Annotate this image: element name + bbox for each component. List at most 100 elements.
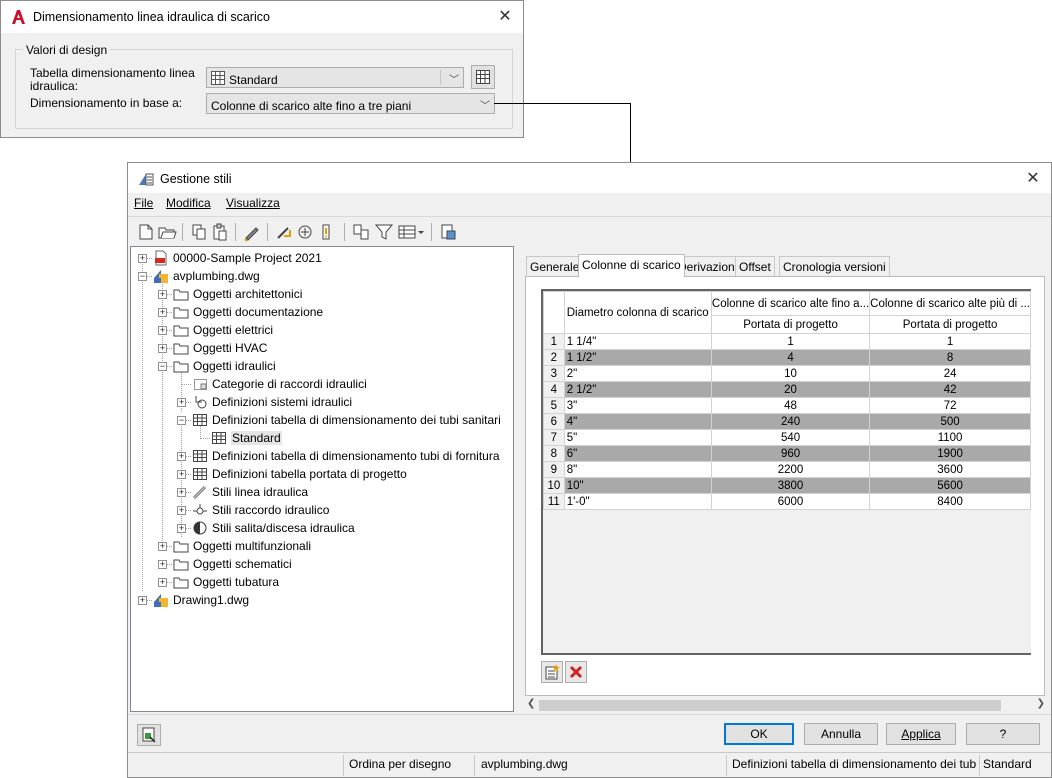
edit-style-icon[interactable] [242, 222, 262, 242]
expand-icon[interactable]: + [177, 524, 186, 533]
cancel-button[interactable]: Annulla [804, 723, 878, 745]
cell-flow-high[interactable]: 1100 [869, 429, 1031, 446]
cell-flow-low[interactable]: 1 [710, 333, 871, 350]
table-row[interactable]: 5 3" 48 72 [543, 397, 1031, 414]
paste-icon[interactable] [210, 222, 230, 242]
table-select[interactable]: Standard ﹀ [206, 67, 464, 88]
cell-flow-low[interactable]: 2200 [710, 461, 871, 478]
horizontal-scrollbar[interactable]: ❮ ❯ [525, 698, 1047, 712]
tab-colonne-di-scarico[interactable]: Colonne di scarico [578, 254, 685, 277]
purge-icon[interactable] [295, 222, 315, 242]
expand-icon[interactable]: + [158, 560, 167, 569]
cell-flow-high[interactable]: 8 [869, 349, 1031, 366]
header-diameter[interactable]: Diametro colonna di scarico [563, 291, 712, 334]
table-row[interactable]: 6 4" 240 500 [543, 413, 1031, 430]
cell-diameter[interactable]: 2" [563, 365, 712, 382]
scroll-left-icon[interactable]: ❮ [527, 698, 535, 709]
scrollbar-thumb[interactable] [539, 700, 1001, 711]
new-icon[interactable] [136, 222, 156, 242]
drawing-sort-icon[interactable] [438, 222, 458, 242]
table-row[interactable]: 11 1/4" 1 1 [543, 333, 1031, 350]
cell-flow-low[interactable]: 10 [710, 365, 871, 382]
close-icon[interactable]: ✕ [495, 7, 515, 27]
table-row[interactable]: 9 8" 2200 3600 [543, 461, 1031, 478]
expand-icon[interactable]: + [158, 344, 167, 353]
table-browse-button[interactable] [471, 65, 495, 89]
drawing-preview-button[interactable] [137, 724, 161, 746]
cell-flow-high[interactable]: 1900 [869, 445, 1031, 462]
menu-modifica[interactable]: Modifica [166, 196, 211, 210]
cell-diameter[interactable]: 3" [563, 397, 712, 414]
menu-visualizza[interactable]: Visualizza [226, 196, 280, 210]
cell-diameter[interactable]: 1 1/2" [563, 349, 712, 366]
apply-button[interactable]: Applica [886, 723, 956, 745]
add-row-button[interactable] [541, 661, 563, 683]
expand-icon[interactable]: + [177, 488, 186, 497]
cell-flow-low[interactable]: 240 [710, 413, 871, 430]
copy-icon[interactable] [189, 222, 209, 242]
expand-icon[interactable]: + [177, 398, 186, 407]
expand-icon[interactable]: + [158, 542, 167, 551]
expand-icon[interactable]: + [177, 452, 186, 461]
expand-icon[interactable]: + [158, 578, 167, 587]
sizing-grid[interactable]: Diametro colonna di scarico Colonne di s… [541, 289, 1031, 655]
cell-diameter[interactable]: 1 1/4" [563, 333, 712, 350]
expand-icon[interactable]: + [138, 596, 147, 605]
expand-icon[interactable]: + [158, 326, 167, 335]
cell-flow-low[interactable]: 4 [710, 349, 871, 366]
sizing-table[interactable]: Diametro colonna di scarico Colonne di s… [543, 291, 1031, 510]
help-button[interactable]: ? [966, 723, 1040, 745]
cell-flow-high[interactable]: 42 [869, 381, 1031, 398]
view-options-icon[interactable] [396, 222, 426, 242]
chevron-down-icon[interactable]: ﹀ [449, 71, 459, 86]
cell-diameter[interactable]: 4" [563, 413, 712, 430]
cell-diameter[interactable]: 1'-0" [563, 493, 712, 510]
cell-diameter[interactable]: 5" [563, 429, 712, 446]
expand-icon[interactable]: + [158, 290, 167, 299]
delete-row-button[interactable] [565, 661, 587, 683]
compare-icon[interactable] [351, 222, 371, 242]
ok-button[interactable]: OK [724, 723, 794, 745]
cell-flow-high[interactable]: 500 [869, 413, 1031, 430]
cell-flow-low[interactable]: 6000 [710, 493, 871, 510]
expand-icon[interactable]: + [158, 308, 167, 317]
table-row[interactable]: 21 1/2" 4 8 [543, 349, 1031, 366]
cell-flow-high[interactable]: 1 [869, 333, 1031, 350]
cell-flow-high[interactable]: 5600 [869, 477, 1031, 494]
style-tree[interactable]: 00000-Sample Project 2021 + avplumbing.dwg… [130, 246, 514, 712]
open-folder-icon[interactable] [157, 222, 177, 242]
tab-cronologia-versioni[interactable]: Cronologia versioni [779, 256, 890, 276]
scroll-right-icon[interactable]: ❯ [1037, 698, 1045, 709]
cell-flow-high[interactable]: 24 [869, 365, 1031, 382]
table-row[interactable]: 8 6" 960 1900 [543, 445, 1031, 462]
cell-flow-high[interactable]: 8400 [869, 493, 1031, 510]
chevron-down-icon[interactable]: ﹀ [480, 97, 490, 112]
cell-flow-low[interactable]: 540 [710, 429, 871, 446]
set-from-icon[interactable] [274, 222, 294, 242]
filter-icon[interactable] [374, 222, 394, 242]
table-row[interactable]: 7 5" 540 1100 [543, 429, 1031, 446]
table-row[interactable]: 3 2" 10 24 [543, 365, 1031, 382]
cell-flow-high[interactable]: 3600 [869, 461, 1031, 478]
cell-diameter[interactable]: 6" [563, 445, 712, 462]
table-row[interactable]: 11 1'-0" 6000 8400 [543, 493, 1031, 510]
close-icon[interactable]: ✕ [1023, 169, 1043, 189]
tab-generale[interactable]: Generale [526, 256, 584, 276]
table-row[interactable]: 10 10" 3800 5600 [543, 477, 1031, 494]
cell-flow-low[interactable]: 48 [710, 397, 871, 414]
expand-icon[interactable]: + [177, 506, 186, 515]
header-col3[interactable]: Colonne di scarico alte più di ... [869, 291, 1031, 316]
cell-flow-low[interactable]: 20 [710, 381, 871, 398]
basis-select[interactable]: Colonne di scarico alte fino a tre piani… [206, 93, 495, 114]
cell-flow-high[interactable]: 72 [869, 397, 1031, 414]
menu-file[interactable]: File [134, 196, 153, 210]
cell-diameter[interactable]: 2 1/2" [563, 381, 712, 398]
cell-diameter[interactable]: 8" [563, 461, 712, 478]
cell-flow-low[interactable]: 3800 [710, 477, 871, 494]
cell-diameter[interactable]: 10" [563, 477, 712, 494]
toggle-view-icon[interactable] [316, 222, 336, 242]
expand-icon[interactable]: + [138, 254, 147, 263]
collapse-icon[interactable]: − [138, 272, 147, 281]
collapse-icon[interactable]: − [158, 362, 167, 371]
cell-flow-low[interactable]: 960 [710, 445, 871, 462]
